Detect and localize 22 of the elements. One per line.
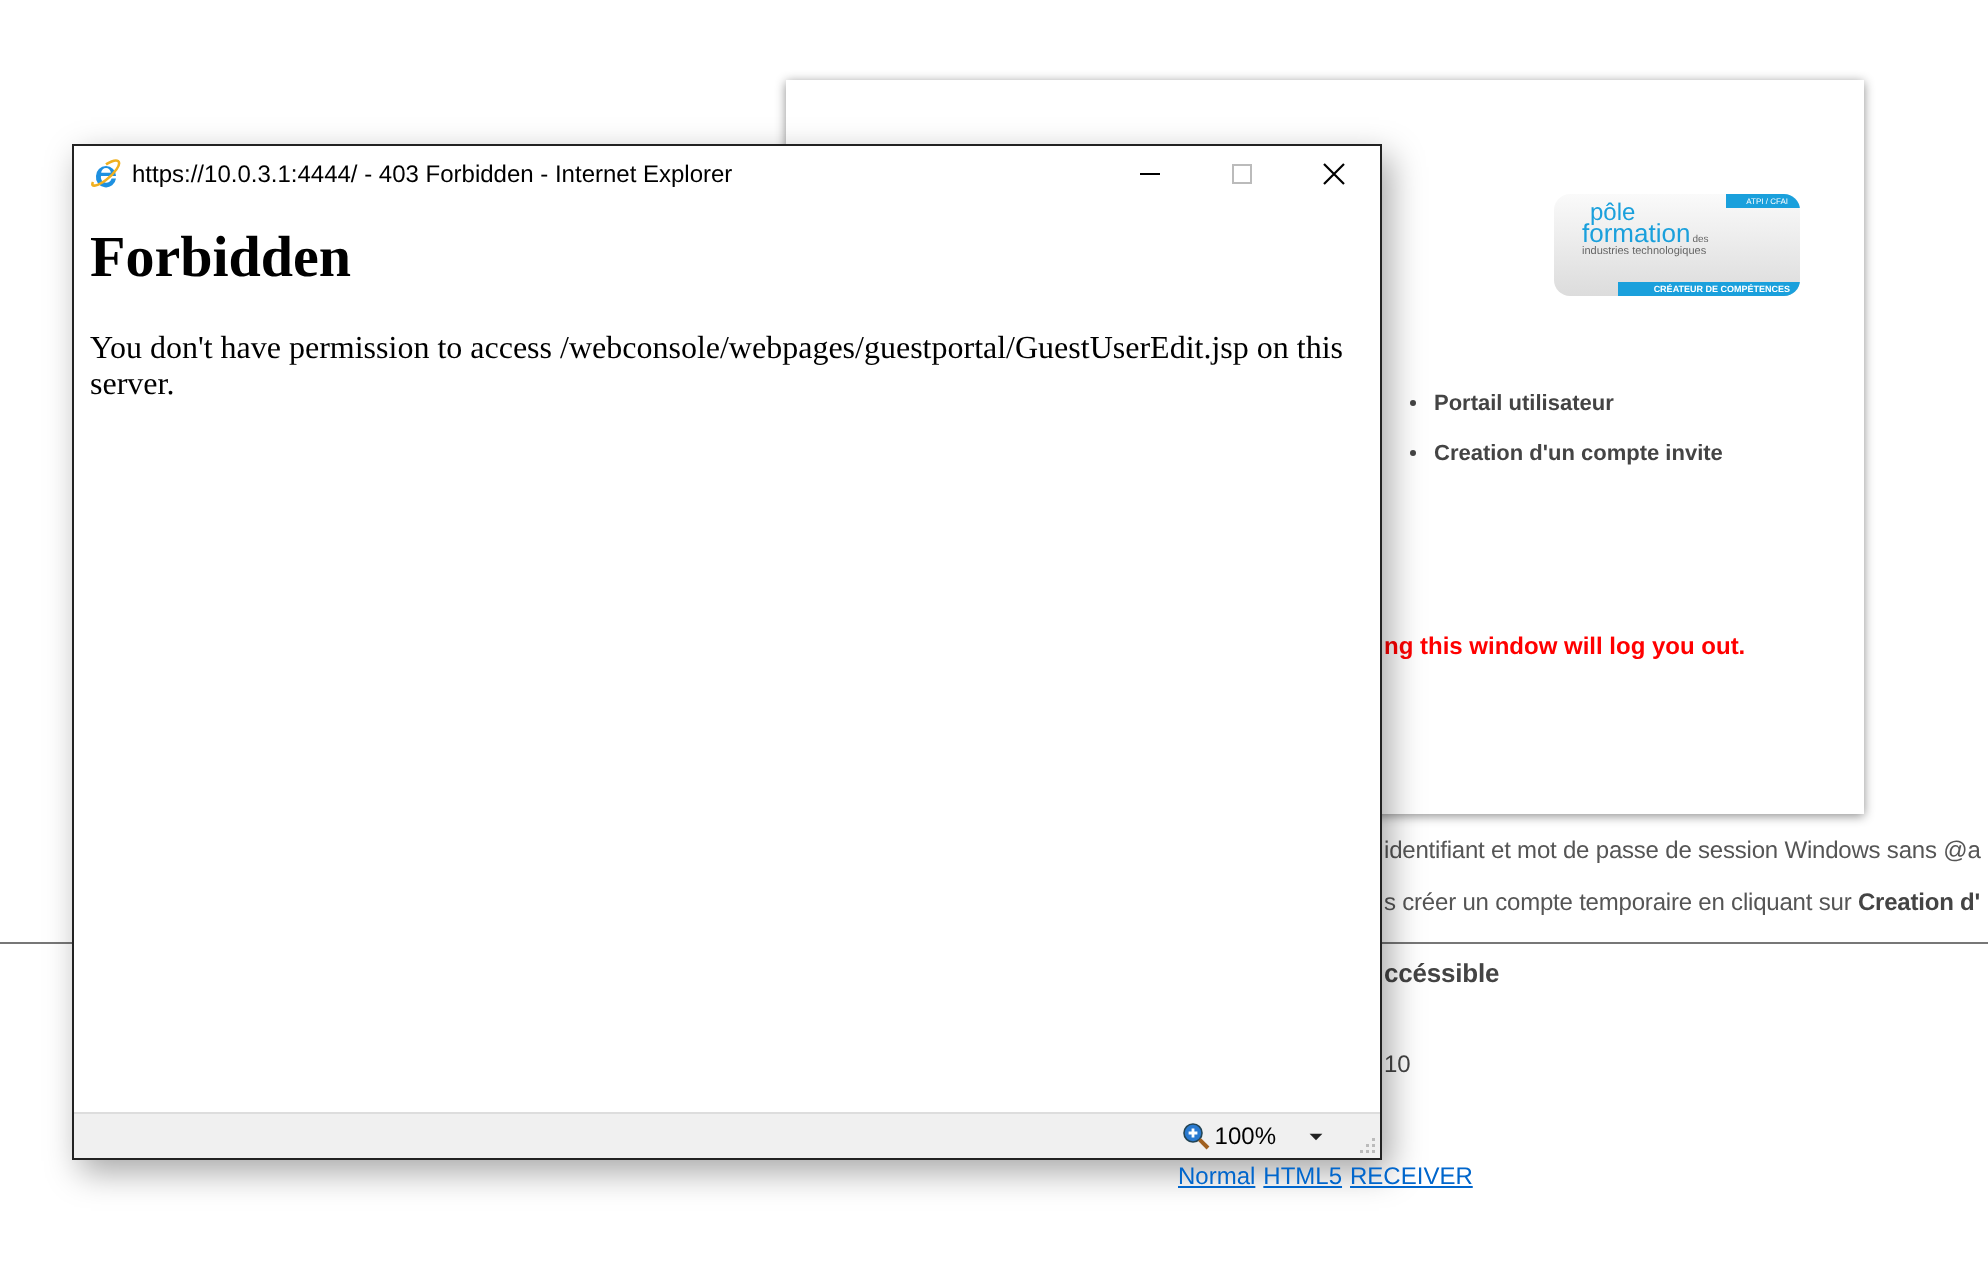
instruction-text: s créer un compte temporaire en cliquant sur Creation d' — [1384, 886, 1981, 920]
menu-item[interactable]: Creation d'un compte invite — [1434, 441, 1723, 465]
bullet-icon — [1410, 400, 1416, 406]
page-heading: Forbidden — [90, 226, 354, 292]
link[interactable]: RECEIVER — [1350, 1162, 1473, 1190]
zoom-icon — [1182, 1122, 1211, 1150]
error-message: You don't have permission to access /webconsole/webpages/guestportal/GuestUserEdit.jsp on this server. — [90, 332, 1345, 404]
logo-text: pôle — [1590, 202, 1636, 222]
resize-grip-icon[interactable] — [1360, 1138, 1376, 1154]
browser-logo-icon — [90, 158, 122, 190]
dropdown-caret-icon[interactable] — [1308, 1131, 1324, 1141]
logo-text: formation — [1582, 222, 1691, 246]
link[interactable]: Normal — [1178, 1162, 1256, 1190]
link[interactable]: HTML5 — [1263, 1162, 1343, 1190]
menu-item[interactable]: Portail utilisateur — [1434, 391, 1614, 415]
window-title: https://10.0.3.1:4444/ - 403 Forbidden - Internet Explorer — [132, 160, 735, 188]
instruction-text: identifiant et mot de passe de session Windows sans @a — [1384, 834, 1981, 868]
bullet-icon — [1410, 450, 1416, 456]
warning-text: ng this window will log you out. — [1384, 632, 1746, 660]
body-text: 10 — [1384, 1048, 1413, 1080]
section-heading: ccéssible — [1384, 956, 1502, 992]
zoom-control[interactable]: 100% — [1182, 1122, 1276, 1150]
